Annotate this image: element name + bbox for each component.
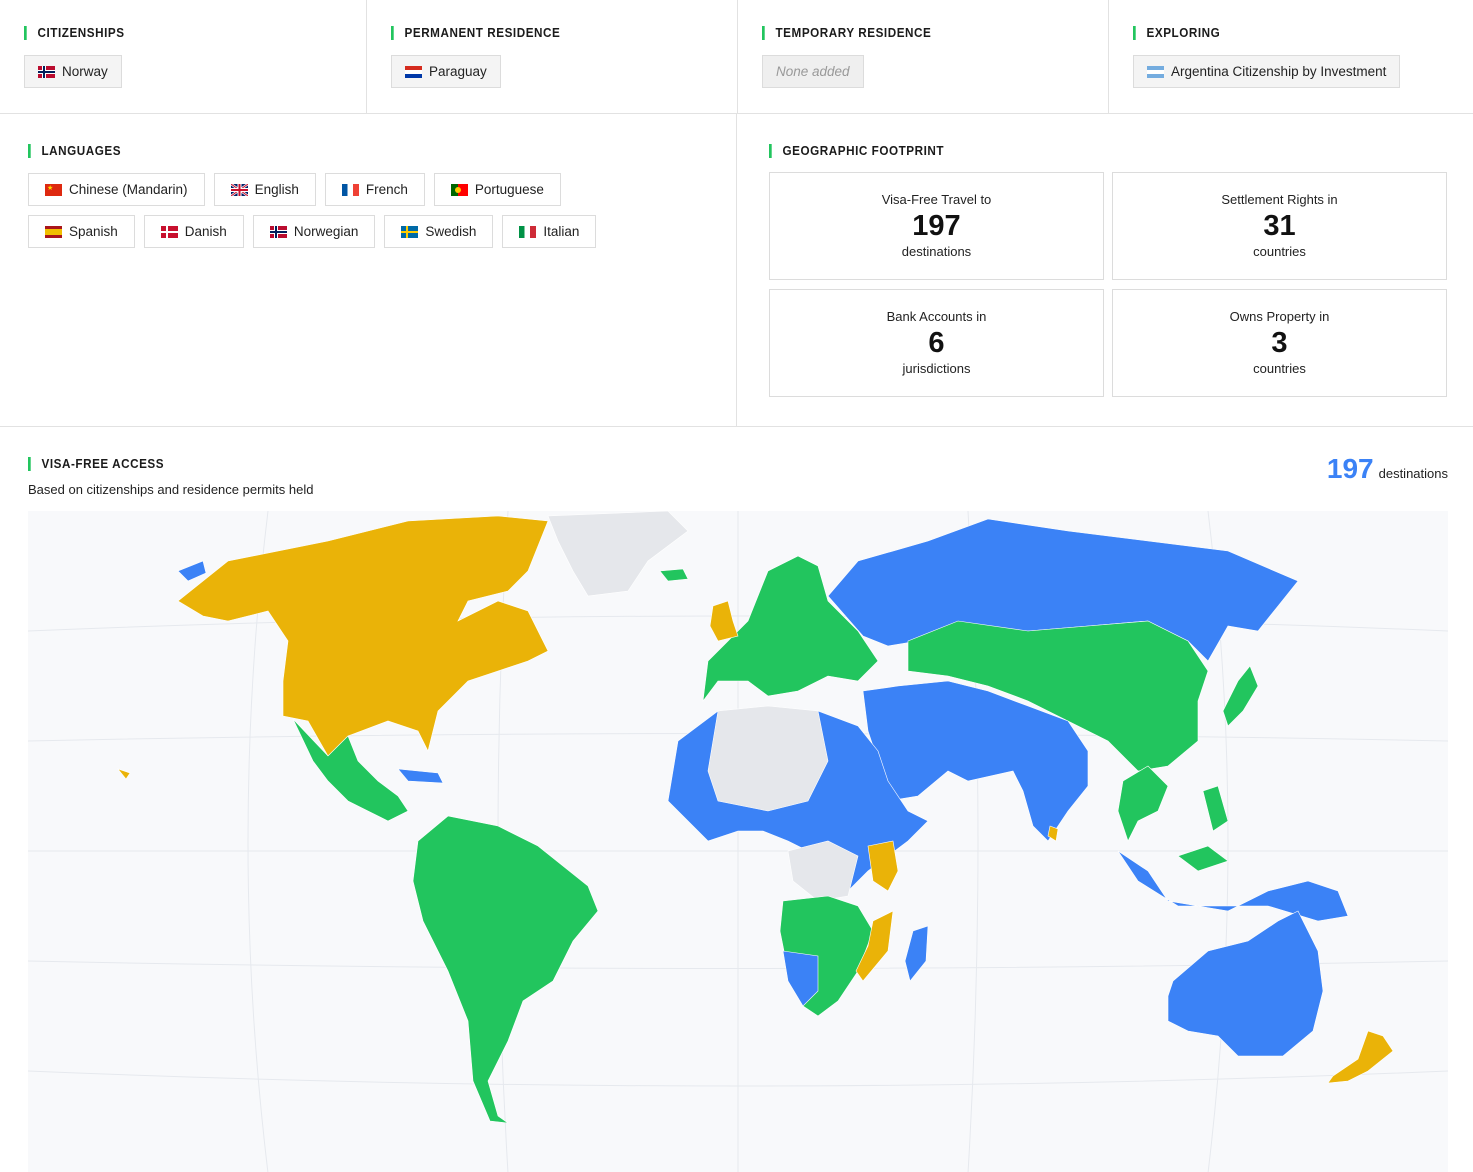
- language-label: Norwegian: [293, 224, 359, 239]
- language-label: Italian: [543, 224, 580, 239]
- exploring-section: EXPLORING Argentina Citizenship by Inves…: [1109, 0, 1473, 113]
- stat-visa-free: Visa-Free Travel to 197 destinations: [769, 172, 1104, 280]
- madagascar-region[interactable]: [904, 925, 929, 982]
- stat-unit: countries: [1253, 361, 1306, 376]
- stat-value: 3: [1271, 327, 1288, 359]
- caribbean-region[interactable]: [397, 768, 444, 784]
- visa-free-access-section: VISA-FREE ACCESS Based on citizenships a…: [0, 427, 1473, 1172]
- language-tag-english[interactable]: English: [213, 173, 316, 206]
- world-map-svg[interactable]: [28, 511, 1448, 1172]
- temporary-residence-title: TEMPORARY RESIDENCE: [762, 26, 1052, 40]
- visa-free-access-subtitle: Based on citizenships and residence perm…: [28, 482, 314, 497]
- italy-flag-icon: [519, 225, 537, 238]
- stat-label: Bank Accounts in: [886, 309, 987, 324]
- language-label: French: [365, 182, 408, 197]
- top-summary-row: CITIZENSHIPS Norway PERMANENT RESIDENCE …: [0, 0, 1473, 114]
- stat-unit: countries: [1253, 244, 1306, 259]
- hawaii-region[interactable]: [117, 768, 131, 780]
- east-africa-region[interactable]: [867, 840, 899, 892]
- destinations-unit: destinations: [1378, 466, 1448, 481]
- paraguay-flag-icon: [405, 65, 422, 78]
- china-flag-icon: ★: [45, 183, 62, 196]
- indonesia-islands-region[interactable]: [1117, 850, 1349, 922]
- stat-property: Owns Property in 3 countries: [1112, 289, 1447, 397]
- norway-flag-icon: [269, 225, 287, 238]
- stat-unit: jurisdictions: [902, 361, 971, 376]
- geographic-footprint-title: GEOGRAPHIC FOOTPRINT: [769, 144, 1380, 158]
- france-flag-icon: [341, 183, 359, 196]
- stat-value: 31: [1263, 210, 1296, 242]
- argentina-flag-icon: [1147, 65, 1164, 78]
- japan-region[interactable]: [1222, 665, 1259, 727]
- norway-flag-icon: [38, 65, 55, 78]
- north-america-region[interactable]: [177, 515, 549, 757]
- citizenship-tag-norway[interactable]: Norway: [24, 55, 122, 88]
- exploring-label: Argentina Citizenship by Investment: [1171, 64, 1387, 79]
- indonesia-region[interactable]: [1177, 845, 1229, 872]
- footprint-stats: Visa-Free Travel to 197 destinations Set…: [769, 172, 1448, 397]
- denmark-flag-icon: [160, 225, 178, 238]
- permanent-residence-label: Paraguay: [429, 64, 487, 79]
- details-row: LANGUAGES ★ Chinese (Mandarin) English F…: [0, 114, 1473, 427]
- citizenships-title: CITIZENSHIPS: [24, 26, 310, 40]
- world-map[interactable]: [28, 511, 1448, 1172]
- language-label: Swedish: [425, 224, 477, 239]
- language-tag-norwegian[interactable]: Norwegian: [252, 215, 376, 248]
- language-tag-portuguese[interactable]: Portuguese: [433, 173, 561, 206]
- language-label: Portuguese: [474, 182, 544, 197]
- languages-list: ★ Chinese (Mandarin) English French Port…: [28, 173, 628, 248]
- spain-flag-icon: [45, 225, 62, 238]
- philippines-region[interactable]: [1202, 785, 1229, 832]
- sweden-flag-icon: [401, 225, 419, 238]
- permanent-residence-tag-paraguay[interactable]: Paraguay: [391, 55, 501, 88]
- destinations-count: 197 destinations: [1327, 453, 1448, 485]
- language-tag-danish[interactable]: Danish: [143, 215, 244, 248]
- language-tag-swedish[interactable]: Swedish: [384, 215, 494, 248]
- exploring-tag-argentina[interactable]: Argentina Citizenship by Investment: [1133, 55, 1401, 88]
- exploring-title: EXPLORING: [1133, 26, 1417, 40]
- uk-region[interactable]: [709, 600, 739, 642]
- new-zealand-region[interactable]: [1327, 1030, 1394, 1084]
- alaska-islands-region[interactable]: [177, 560, 207, 582]
- sahara-region[interactable]: [707, 705, 829, 812]
- language-label: Chinese (Mandarin): [69, 182, 188, 197]
- permanent-residence-section: PERMANENT RESIDENCE Paraguay: [367, 0, 738, 113]
- stat-bank-accounts: Bank Accounts in 6 jurisdictions: [769, 289, 1104, 397]
- destinations-number: 197: [1326, 453, 1374, 484]
- citizenship-label: Norway: [62, 64, 108, 79]
- temporary-residence-section: TEMPORARY RESIDENCE None added: [738, 0, 1109, 113]
- languages-section: LANGUAGES ★ Chinese (Mandarin) English F…: [0, 114, 737, 426]
- stat-unit: destinations: [901, 244, 972, 259]
- language-tag-italian[interactable]: Italian: [502, 215, 597, 248]
- permanent-residence-title: PERMANENT RESIDENCE: [391, 26, 681, 40]
- stat-label: Visa-Free Travel to: [881, 192, 992, 207]
- stat-label: Owns Property in: [1229, 309, 1330, 324]
- stat-value: 6: [928, 327, 945, 359]
- language-label: English: [254, 182, 299, 197]
- uk-flag-icon: [230, 183, 248, 196]
- language-label: Spanish: [69, 224, 118, 239]
- language-label: Danish: [184, 224, 227, 239]
- temporary-residence-empty: None added: [762, 55, 864, 88]
- stat-settlement: Settlement Rights in 31 countries: [1112, 172, 1447, 280]
- visa-free-access-title: VISA-FREE ACCESS: [28, 457, 285, 471]
- south-america-region[interactable]: [412, 815, 599, 1124]
- greenland-region[interactable]: [547, 511, 689, 597]
- stat-value: 197: [912, 210, 961, 242]
- southeast-asia-region[interactable]: [1117, 765, 1169, 842]
- language-tag-chinese[interactable]: ★ Chinese (Mandarin): [28, 173, 205, 206]
- geographic-footprint-section: GEOGRAPHIC FOOTPRINT Visa-Free Travel to…: [737, 114, 1473, 426]
- language-tag-spanish[interactable]: Spanish: [28, 215, 135, 248]
- portugal-flag-icon: [450, 183, 468, 196]
- stat-label: Settlement Rights in: [1221, 192, 1338, 207]
- citizenships-section: CITIZENSHIPS Norway: [0, 0, 367, 113]
- australia-region[interactable]: [1167, 910, 1324, 1057]
- language-tag-french[interactable]: French: [324, 173, 425, 206]
- languages-title: LANGUAGES: [28, 144, 640, 158]
- iceland-region[interactable]: [659, 568, 689, 582]
